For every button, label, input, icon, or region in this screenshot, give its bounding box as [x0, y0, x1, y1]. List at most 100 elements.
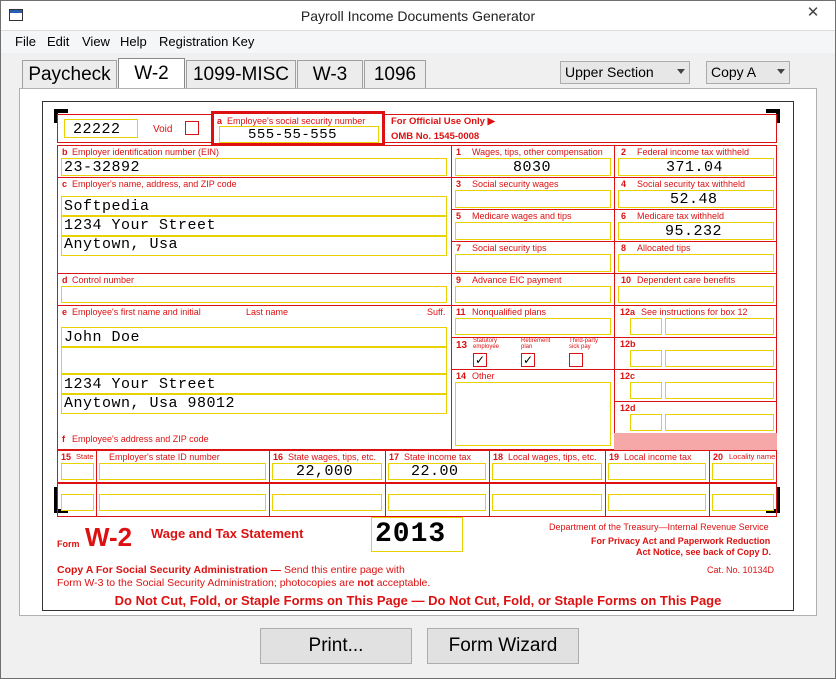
- box12c-number: 12c: [620, 371, 636, 381]
- third-party-checkbox[interactable]: [569, 353, 583, 367]
- tab-paycheck[interactable]: Paycheck: [22, 60, 117, 88]
- form-title: Wage and Tax Statement: [151, 526, 304, 541]
- treasury-department: Department of the Treasury—Internal Reve…: [549, 522, 769, 532]
- box12c-amount-field[interactable]: [665, 382, 774, 399]
- section-dropdown-value: Upper Section: [565, 64, 654, 80]
- void-label: Void: [153, 124, 173, 135]
- copy-dropdown-value: Copy A: [711, 64, 757, 80]
- box20-field-2[interactable]: [712, 494, 774, 511]
- menu-file[interactable]: File: [15, 34, 36, 49]
- box8-field[interactable]: [618, 254, 774, 272]
- box2-value: 371.04: [666, 159, 724, 176]
- box19-field-2[interactable]: [608, 494, 706, 511]
- box5-label: Medicare wages and tips: [472, 211, 572, 221]
- control-number-field[interactable]: [61, 286, 447, 303]
- box14-field[interactable]: [455, 382, 611, 446]
- employer-street: 1234 Your Street: [64, 217, 217, 234]
- box16-number: 16: [273, 452, 284, 462]
- statutory-checkbox[interactable]: ✓: [473, 353, 487, 367]
- box9-label: Advance EIC payment: [472, 275, 562, 285]
- box12a-label: See instructions for box 12: [641, 307, 748, 317]
- box20-label: Locality name: [729, 452, 776, 461]
- box12c-code-field[interactable]: [630, 382, 662, 399]
- void-checkbox[interactable]: [185, 121, 199, 135]
- box16-label: State wages, tips, etc.: [288, 452, 377, 462]
- box20-number: 20: [713, 452, 724, 462]
- menu-help[interactable]: Help: [120, 34, 147, 49]
- omb-number: OMB No. 1545-0008: [391, 131, 480, 142]
- close-button[interactable]: ✕: [795, 2, 831, 24]
- retirement-checkbox[interactable]: ✓: [521, 353, 535, 367]
- box4-value: 52.48: [670, 191, 718, 208]
- tab-1096[interactable]: 1096: [364, 60, 426, 88]
- box12b-amount-field[interactable]: [665, 350, 774, 367]
- employee-name-label: Employee's first name and initial: [72, 307, 201, 317]
- copy-dropdown[interactable]: Copy A: [706, 61, 790, 84]
- employer-state-id-field-2[interactable]: [99, 494, 266, 511]
- state-field[interactable]: [61, 463, 94, 480]
- state-field-2[interactable]: [61, 494, 94, 511]
- box15-label: State: [76, 452, 94, 461]
- box3-number: 3: [456, 179, 462, 189]
- d-letter: d: [62, 275, 68, 285]
- section-dropdown[interactable]: Upper Section: [560, 61, 690, 84]
- employer-state-id-field[interactable]: [99, 463, 266, 480]
- tab-1099-misc[interactable]: 1099-MISC: [186, 60, 296, 88]
- form-name: W-2: [85, 522, 133, 552]
- print-button[interactable]: Print...: [260, 628, 412, 664]
- box16-value: 22,000: [296, 463, 354, 480]
- privacy-notice-1: For Privacy Act and Paperwork Reduction: [591, 536, 771, 546]
- ssn-letter: a: [217, 116, 223, 126]
- third-party-label: Third-party sick pay: [569, 338, 599, 350]
- year-value: 2013: [375, 519, 447, 550]
- box17-label: State income tax: [404, 452, 472, 462]
- box12d-amount-field[interactable]: [665, 414, 774, 431]
- box3-field[interactable]: [455, 190, 611, 208]
- employee-city: Anytown, Usa 98012: [64, 395, 236, 412]
- box3-label: Social security wages: [472, 179, 559, 189]
- form-code: 22222: [73, 121, 121, 138]
- box12b-code-field[interactable]: [630, 350, 662, 367]
- menu-registration-key[interactable]: Registration Key: [159, 34, 254, 49]
- box7-field[interactable]: [455, 254, 611, 272]
- box6-label: Medicare tax withheld: [637, 211, 725, 221]
- do-not-cut-notice: Do Not Cut, Fold, or Staple Forms on Thi…: [114, 593, 722, 608]
- tab-w2[interactable]: W-2: [118, 58, 185, 88]
- box9-number: 9: [456, 275, 462, 285]
- menu-edit[interactable]: Edit: [47, 34, 69, 49]
- box12b-number: 12b: [620, 339, 636, 349]
- box15-number: 15: [61, 452, 72, 462]
- box12a-code-field[interactable]: [630, 318, 662, 335]
- box12a-amount-field[interactable]: [665, 318, 774, 335]
- employee-extra-field[interactable]: [61, 347, 447, 374]
- copy-a-heading: Copy A For Social Security Administratio…: [57, 564, 282, 576]
- box20-field[interactable]: [712, 463, 774, 480]
- employee-name: John Doe: [64, 329, 141, 346]
- tab-w3[interactable]: W-3: [297, 60, 363, 88]
- box19-number: 19: [609, 452, 620, 462]
- ein-value: 23-32892: [64, 159, 141, 176]
- box12d-code-field[interactable]: [630, 414, 662, 431]
- title-bar: Payroll Income Documents Generator ✕: [1, 1, 835, 31]
- copy-a-line2b: acceptable.: [373, 577, 431, 589]
- form-wizard-button[interactable]: Form Wizard: [427, 628, 579, 664]
- employee-address-label: Employee's address and ZIP code: [72, 434, 209, 444]
- box5-field[interactable]: [455, 222, 611, 240]
- box5-number: 5: [456, 211, 462, 221]
- box16-field-2[interactable]: [272, 494, 382, 511]
- box1-number: 1: [456, 147, 462, 157]
- box19-field[interactable]: [608, 463, 706, 480]
- box17-field-2[interactable]: [388, 494, 486, 511]
- suffix-label: Suff.: [427, 307, 446, 317]
- box9-field[interactable]: [455, 286, 611, 303]
- catalog-number: Cat. No. 10134D: [707, 565, 775, 575]
- employer-state-id-label: Employer's state ID number: [109, 452, 220, 462]
- box2-label: Federal income tax withheld: [637, 147, 750, 157]
- box11-field[interactable]: [455, 318, 611, 335]
- ein-label: Employer identification number (EIN): [72, 147, 220, 157]
- menu-view[interactable]: View: [82, 34, 110, 49]
- box18-field-2[interactable]: [492, 494, 602, 511]
- box10-field[interactable]: [618, 286, 774, 303]
- box18-field[interactable]: [492, 463, 602, 480]
- c-letter: c: [62, 179, 68, 189]
